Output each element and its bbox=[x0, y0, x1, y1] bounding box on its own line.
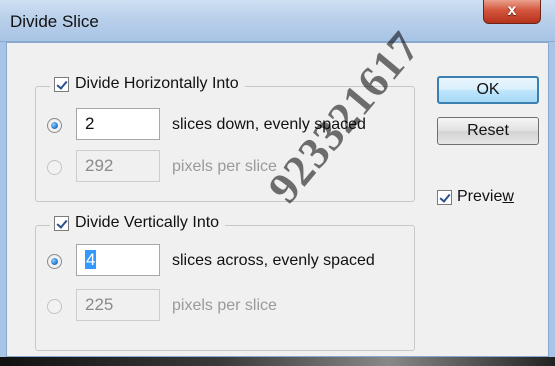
horizontal-slices-input[interactable]: 2 bbox=[76, 108, 160, 140]
horizontal-pixels-value: 292 bbox=[85, 156, 114, 175]
vertical-slices-input[interactable]: 4 bbox=[76, 244, 160, 276]
vertical-slices-radio[interactable] bbox=[47, 254, 62, 269]
vertical-pixels-input[interactable]: 225 bbox=[76, 289, 160, 321]
vertical-pixels-label: pixels per slice bbox=[172, 297, 277, 314]
vertical-legend: Divide Vertically Into bbox=[50, 214, 226, 232]
preview-checkbox[interactable] bbox=[437, 189, 452, 205]
divide-vertically-checkbox[interactable] bbox=[54, 215, 69, 231]
horizontal-pixels-radio[interactable] bbox=[47, 160, 62, 175]
ok-button[interactable]: OK bbox=[437, 76, 539, 104]
close-icon: x bbox=[507, 2, 517, 19]
divide-horizontally-label: Divide Horizontally Into bbox=[75, 75, 239, 92]
horizontal-slices-radio[interactable] bbox=[47, 118, 62, 133]
title-bar: Divide Slice x bbox=[0, 0, 555, 42]
reset-button[interactable]: Reset bbox=[437, 117, 539, 145]
preview-option[interactable]: Preview bbox=[437, 188, 514, 206]
horizontal-pixels-input[interactable]: 292 bbox=[76, 150, 160, 182]
preview-label: Preview bbox=[457, 188, 514, 206]
vertical-slices-label: slices across, evenly spaced bbox=[172, 252, 375, 269]
vertical-pixels-value: 225 bbox=[85, 295, 114, 314]
vertical-slices-value: 4 bbox=[85, 250, 97, 269]
divide-vertically-label: Divide Vertically Into bbox=[75, 214, 220, 231]
preview-label-main: Previe bbox=[457, 188, 503, 205]
horizontal-legend: Divide Horizontally Into bbox=[50, 75, 245, 93]
dialog-body: Divide Horizontally Into 2 slices down, … bbox=[6, 42, 549, 357]
divide-horizontally-checkbox[interactable] bbox=[54, 76, 69, 92]
horizontal-pixels-label: pixels per slice bbox=[172, 158, 277, 175]
window-bottom-edge bbox=[0, 357, 555, 366]
close-button[interactable]: x bbox=[483, 0, 541, 24]
window-title: Divide Slice bbox=[10, 12, 99, 31]
vertical-pixels-radio[interactable] bbox=[47, 299, 62, 314]
preview-label-accelerator: w bbox=[502, 188, 514, 205]
horizontal-slices-value: 2 bbox=[85, 114, 95, 133]
